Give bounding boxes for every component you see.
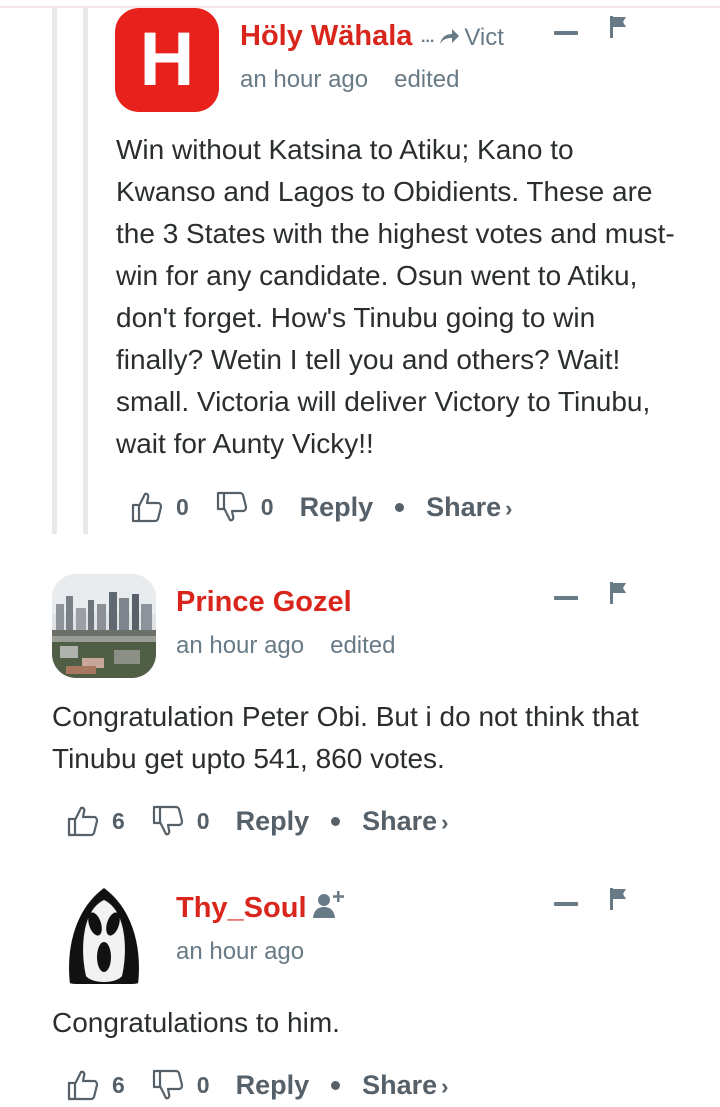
flag-icon[interactable] bbox=[609, 582, 629, 604]
comment-meta: an hour ago edited bbox=[240, 66, 460, 94]
share-label: Share bbox=[362, 1069, 438, 1100]
thumbs-down-icon[interactable] bbox=[151, 1068, 185, 1102]
upvote-count: 6 bbox=[112, 807, 125, 834]
upvote-count: 6 bbox=[112, 1071, 125, 1098]
avatar-letter: H bbox=[139, 17, 195, 102]
avatar[interactable]: H bbox=[115, 8, 219, 112]
reply-button[interactable]: Reply bbox=[300, 492, 374, 523]
comment-text: Win without Katsina to Atiku; Kano to Kw… bbox=[116, 134, 675, 459]
thumbs-down-icon[interactable] bbox=[151, 804, 185, 838]
comment-actions: 6 0 Reply Share › bbox=[66, 804, 449, 838]
author-name[interactable]: Prince Gozel bbox=[176, 586, 352, 619]
ghost-mask-avatar-image bbox=[52, 880, 156, 984]
collapse-button[interactable] bbox=[554, 31, 578, 35]
downvote-count: 0 bbox=[196, 1071, 210, 1098]
flag-icon[interactable] bbox=[609, 888, 629, 910]
comment-prince-gozel: Prince Gozel an hour ago edited Congratul… bbox=[0, 560, 720, 850]
thumbs-up-icon[interactable] bbox=[66, 804, 100, 838]
timestamp[interactable]: an hour ago bbox=[240, 66, 368, 93]
share-label: Share bbox=[362, 805, 438, 836]
reply-button[interactable]: Reply bbox=[236, 1070, 310, 1101]
comment-meta: an hour ago bbox=[176, 938, 304, 966]
separator-dot bbox=[331, 816, 341, 826]
collapse-button[interactable] bbox=[554, 596, 578, 600]
comment-thy-soul: Thy_Soul an hour ago Congratulations to … bbox=[0, 866, 720, 1107]
thumbs-up-icon[interactable] bbox=[66, 1068, 100, 1102]
author-name[interactable]: Höly Wähala bbox=[240, 20, 412, 53]
edited-label: edited bbox=[394, 66, 460, 93]
avatar[interactable] bbox=[52, 574, 156, 678]
add-user-icon[interactable] bbox=[312, 888, 346, 920]
reply-button[interactable]: Reply bbox=[236, 806, 310, 837]
share-chevron: › bbox=[441, 809, 449, 835]
separator-dot bbox=[395, 502, 405, 512]
downvote-count: 0 bbox=[260, 493, 274, 520]
avatar[interactable] bbox=[52, 880, 156, 984]
city-skyline-avatar-image bbox=[52, 574, 156, 678]
collapse-button[interactable] bbox=[554, 902, 578, 906]
share-button[interactable]: Share › bbox=[426, 492, 512, 523]
comment-meta: an hour ago edited bbox=[176, 632, 396, 660]
downvote-count: 0 bbox=[196, 807, 210, 834]
reply-to-link[interactable]: ... Vict bbox=[421, 24, 504, 52]
author-name[interactable]: Thy_Soul bbox=[176, 892, 307, 925]
thumbs-up-icon[interactable] bbox=[130, 490, 164, 524]
thumbs-down-icon[interactable] bbox=[215, 490, 249, 524]
comment-holy-wahala: H Höly Wähala ... Vict an hour ago edited… bbox=[0, 0, 720, 540]
share-label: Share bbox=[426, 491, 502, 522]
separator-dot bbox=[331, 1080, 341, 1090]
comment-text: Congratulation Peter Obi. But i do not t… bbox=[52, 701, 639, 774]
flag-icon[interactable] bbox=[609, 16, 629, 38]
reply-to-name: Vict bbox=[464, 24, 504, 51]
reply-arrow-icon bbox=[440, 29, 460, 44]
share-button[interactable]: Share › bbox=[362, 1070, 448, 1101]
reply-ellipsis: ... bbox=[421, 29, 435, 46]
timestamp[interactable]: an hour ago bbox=[176, 938, 304, 965]
share-chevron: › bbox=[505, 495, 513, 521]
share-button[interactable]: Share › bbox=[362, 806, 448, 837]
comment-actions: 0 0 Reply Share › bbox=[130, 490, 513, 524]
upvote-count: 0 bbox=[176, 493, 189, 520]
share-chevron: › bbox=[441, 1073, 449, 1099]
comment-actions: 6 0 Reply Share › bbox=[66, 1068, 449, 1102]
comment-text: Congratulations to him. bbox=[52, 1007, 340, 1038]
edited-label: edited bbox=[330, 632, 396, 659]
timestamp[interactable]: an hour ago bbox=[176, 632, 304, 659]
